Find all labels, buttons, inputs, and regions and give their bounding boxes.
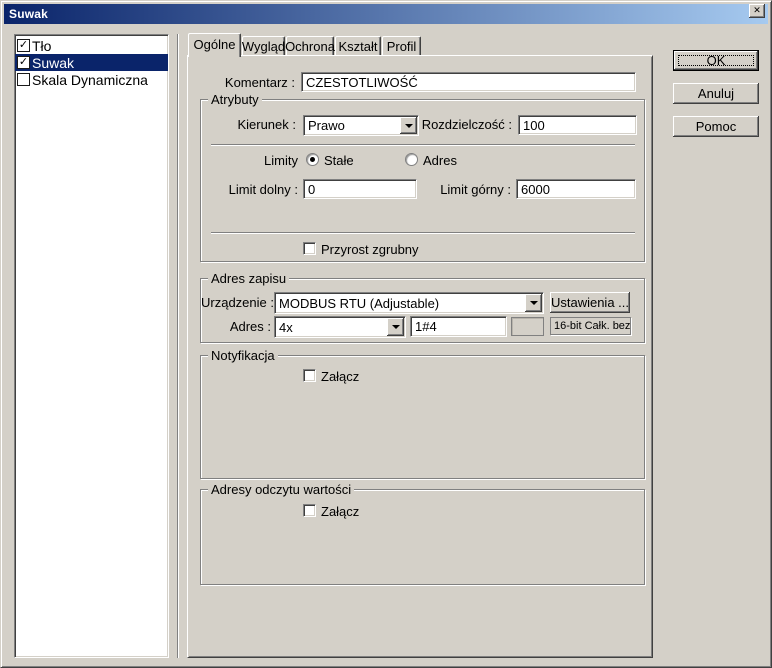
- chevron-down-icon: [530, 301, 538, 305]
- limit-gorny-label: Limit górny :: [361, 182, 511, 198]
- komentarz-input[interactable]: [301, 72, 636, 92]
- anuluj-button[interactable]: Anuluj: [673, 83, 759, 104]
- komentarz-label: Komentarz :: [200, 75, 295, 91]
- tab-ksztalt[interactable]: Kształt: [335, 36, 381, 56]
- adres-extra-box: [511, 317, 544, 336]
- dialog-window: Suwak ✕ ✓ Tło ✓ Suwak Skala Dynamiczna O…: [0, 0, 772, 668]
- notyfikacja-zalacz-checkbox[interactable]: [303, 369, 316, 382]
- tab-page-ogolne: Komentarz : Atrybuty Kierunek : Prawo Ro…: [187, 55, 653, 658]
- limit-dolny-label: Limit dolny :: [201, 182, 298, 198]
- radio-stale-label: Stałe: [324, 153, 354, 169]
- ustawienia-button[interactable]: Ustawienia ...: [550, 292, 630, 313]
- pomoc-button-label: Pomoc: [696, 119, 736, 134]
- notyfikacja-zalacz-label: Załącz: [321, 369, 359, 385]
- radio-dot: [310, 157, 315, 162]
- adres-zapisu-group: Adres zapisu Urządzenie : MODBUS RTU (Ad…: [200, 278, 645, 343]
- list-item-label: Tło: [32, 38, 51, 54]
- adresy-odczytu-zalacz-checkbox[interactable]: [303, 504, 316, 517]
- pomoc-button[interactable]: Pomoc: [673, 116, 759, 137]
- adresy-odczytu-zalacz-label: Załącz: [321, 504, 359, 520]
- list-item-skala-dynamiczna[interactable]: Skala Dynamiczna: [15, 71, 168, 88]
- radio-stale[interactable]: [306, 153, 319, 166]
- tab-profil[interactable]: Profil: [382, 36, 421, 56]
- check-icon: ✓: [19, 40, 28, 51]
- adresy-odczytu-group: Adresy odczytu wartości Załącz: [200, 489, 645, 585]
- ok-button-label: OK: [707, 53, 726, 68]
- adresy-odczytu-group-title: Adresy odczytu wartości: [208, 482, 354, 497]
- adres-label: Adres :: [201, 319, 271, 335]
- atrybuty-group-title: Atrybuty: [208, 92, 262, 107]
- tab-wyglad[interactable]: Wygląd: [242, 36, 285, 56]
- tab-ochrona[interactable]: Ochrona: [286, 36, 334, 56]
- close-icon: ✕: [753, 5, 761, 15]
- urzadzenie-dropdown[interactable]: MODBUS RTU (Adjustable): [274, 292, 544, 314]
- tab-label: Kształt: [338, 39, 377, 54]
- checkbox-tlo[interactable]: ✓: [17, 39, 30, 52]
- limity-label: Limity: [201, 153, 298, 169]
- kierunek-value: Prawo: [308, 118, 345, 133]
- list-item-suwak[interactable]: ✓ Suwak: [15, 54, 168, 71]
- dropdown-button[interactable]: [387, 318, 404, 336]
- przyrost-zgrubny-checkbox[interactable]: [303, 242, 316, 255]
- tab-ogolne[interactable]: Ogólne: [188, 33, 241, 57]
- checkbox-suwak[interactable]: ✓: [17, 56, 30, 69]
- adres-type-value: 4x: [279, 320, 293, 335]
- close-button[interactable]: ✕: [749, 4, 765, 18]
- anuluj-button-label: Anuluj: [698, 86, 734, 101]
- dropdown-button[interactable]: [525, 294, 542, 312]
- limit-gorny-input[interactable]: [516, 179, 636, 199]
- przyrost-zgrubny-label: Przyrost zgrubny: [321, 242, 419, 258]
- window-title: Suwak: [9, 7, 48, 21]
- chevron-down-icon: [392, 325, 400, 329]
- list-item-tlo[interactable]: ✓ Tło: [15, 37, 168, 54]
- vertical-separator: [177, 34, 179, 658]
- radio-adres[interactable]: [405, 153, 418, 166]
- list-item-label: Skala Dynamiczna: [32, 72, 148, 88]
- check-icon: ✓: [19, 57, 28, 68]
- rozdzielczosc-input[interactable]: [518, 115, 637, 135]
- atrybuty-group: Atrybuty Kierunek : Prawo Rozdzielczość …: [200, 99, 645, 262]
- separator: [211, 144, 635, 146]
- data-type-label: 16-bit Całk. bez: [554, 320, 630, 332]
- ok-button[interactable]: OK: [673, 50, 759, 71]
- notyfikacja-group-title: Notyfikacja: [208, 348, 278, 363]
- ustawienia-button-label: Ustawienia ...: [551, 295, 629, 310]
- radio-adres-label: Adres: [423, 153, 457, 169]
- tab-label: Wygląd: [242, 39, 285, 54]
- data-type-box: 16-bit Całk. bez: [550, 317, 631, 335]
- urzadzenie-label: Urządzenie :: [201, 295, 271, 311]
- layers-listbox: ✓ Tło ✓ Suwak Skala Dynamiczna: [14, 34, 169, 658]
- adres-zapisu-group-title: Adres zapisu: [208, 271, 289, 286]
- tab-label: Ochrona: [285, 39, 335, 54]
- separator: [211, 232, 635, 234]
- checkbox-skala-dynamiczna[interactable]: [17, 73, 30, 86]
- notyfikacja-group: Notyfikacja Załącz: [200, 355, 645, 479]
- adres-type-dropdown[interactable]: 4x: [274, 316, 406, 338]
- tab-label: Ogólne: [194, 37, 236, 52]
- adres-input[interactable]: [410, 316, 507, 337]
- rozdzielczosc-label: Rozdzielczość :: [361, 117, 512, 133]
- list-item-label: Suwak: [32, 55, 74, 71]
- titlebar[interactable]: Suwak: [4, 4, 768, 24]
- kierunek-label: Kierunek :: [201, 117, 296, 133]
- urzadzenie-value: MODBUS RTU (Adjustable): [279, 296, 439, 311]
- tab-label: Profil: [387, 39, 417, 54]
